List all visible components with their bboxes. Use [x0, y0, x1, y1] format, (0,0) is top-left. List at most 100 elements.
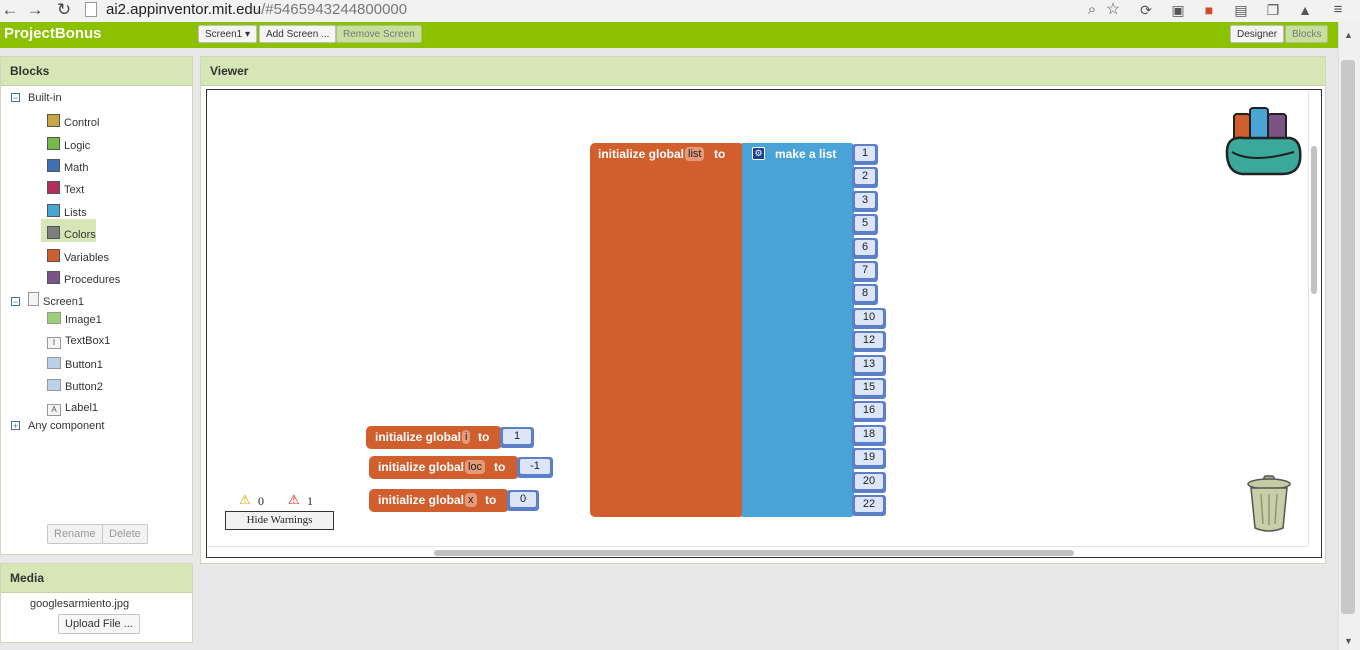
sync-icon[interactable]: ⟳ [1138, 2, 1154, 18]
init-global-label: initialize global [375, 430, 462, 444]
bookmark-star-icon[interactable]: ☆ [1105, 2, 1121, 18]
address-bar[interactable]: ai2.appinventor.mit.edu/#546594324480000… [106, 0, 407, 20]
bus-icon[interactable]: ▤ [1233, 2, 1249, 18]
number-field[interactable]: 1 [855, 146, 875, 161]
extension-icon[interactable]: ▣ [1170, 2, 1186, 18]
zoom-icon[interactable]: ⌕ [1084, 2, 1100, 18]
designer-button[interactable]: Designer [1230, 25, 1285, 43]
make-a-list-block[interactable] [742, 143, 854, 517]
tree-builtin[interactable]: − Built-in [11, 92, 62, 104]
list-item-number-block[interactable]: 3 [852, 191, 878, 212]
reload-icon[interactable]: ↻ [54, 0, 74, 20]
number-field[interactable]: 20 [855, 474, 883, 489]
component-label1[interactable]: A Label1 [47, 402, 98, 416]
collapse-icon[interactable]: − [11, 297, 20, 307]
tree-screen1[interactable]: − Screen1 [11, 292, 84, 308]
builtin-item-math[interactable]: Math [47, 159, 88, 174]
office-icon[interactable]: ■ [1201, 2, 1217, 18]
list-item-number-block[interactable]: 1 [852, 144, 878, 165]
init-global-list-block[interactable] [590, 143, 744, 517]
number-block[interactable]: 1 [500, 427, 534, 448]
component-textbox1[interactable]: I TextBox1 [47, 335, 110, 349]
builtin-item-variables[interactable]: Variables [47, 249, 109, 264]
number-field[interactable]: 8 [855, 286, 875, 301]
media-file[interactable]: googlesarmiento.jpg [30, 598, 129, 610]
remove-screen-button[interactable]: Remove Screen [336, 25, 422, 43]
list-item-number-block[interactable]: 22 [852, 495, 886, 516]
menu-icon[interactable]: ≡ [1330, 2, 1346, 18]
number-field[interactable]: 16 [855, 403, 883, 418]
number-field[interactable]: 5 [855, 216, 875, 231]
list-item-number-block[interactable]: 10 [852, 308, 886, 329]
url-path: /#5465943244800000 [261, 1, 408, 18]
list-item-number-block[interactable]: 13 [852, 355, 886, 376]
list-item-number-block[interactable]: 12 [852, 331, 886, 352]
list-item-number-block[interactable]: 16 [852, 401, 886, 422]
page-icon [85, 2, 97, 17]
workspace-hscroll-track [208, 546, 1308, 547]
init-global-label: initialize global [598, 147, 685, 161]
forward-arrow-icon[interactable]: → [25, 0, 45, 20]
number-field[interactable]: 15 [855, 380, 883, 395]
window-icon[interactable]: ❐ [1265, 2, 1281, 18]
screen-dropdown[interactable]: Screen1 ▾ [198, 25, 258, 43]
builtin-item-procedures[interactable]: Procedures [47, 271, 120, 286]
variable-name-chip[interactable]: i [462, 430, 471, 444]
scroll-down-icon[interactable]: ▼ [1344, 636, 1353, 646]
blocks-button[interactable]: Blocks [1285, 25, 1329, 43]
number-field[interactable]: 1 [503, 429, 531, 444]
component-button1[interactable]: Button1 [47, 357, 103, 371]
number-block[interactable]: 0 [507, 490, 539, 511]
workspace-vscroll[interactable] [1311, 146, 1317, 294]
builtin-item-control[interactable]: Control [47, 114, 99, 129]
upload-file-button[interactable]: Upload File ... [58, 614, 140, 634]
mutator-gear-icon[interactable]: ⚙ [752, 147, 765, 160]
trash-icon[interactable] [1244, 474, 1294, 534]
number-field[interactable]: 10 [855, 310, 883, 325]
list-item-number-block[interactable]: 2 [852, 167, 878, 188]
number-field[interactable]: 13 [855, 357, 883, 372]
delete-button[interactable]: Delete [102, 524, 148, 544]
workspace-hscroll[interactable] [434, 550, 1074, 556]
list-item-number-block[interactable]: 8 [852, 284, 878, 305]
number-field[interactable]: 7 [855, 263, 875, 278]
number-field[interactable]: 3 [855, 193, 875, 208]
component-image1[interactable]: Image1 [47, 312, 102, 326]
list-item-number-block[interactable]: 19 [852, 448, 886, 469]
back-arrow-icon[interactable]: ← [0, 0, 20, 20]
list-item-number-block[interactable]: 5 [852, 214, 878, 235]
number-field[interactable]: 19 [855, 450, 883, 465]
variable-name-chip[interactable]: list [685, 147, 705, 161]
variable-name-chip[interactable]: x [465, 493, 477, 507]
number-field[interactable]: 12 [855, 333, 883, 348]
number-field[interactable]: 22 [855, 497, 883, 512]
list-item-number-block[interactable]: 15 [852, 378, 886, 399]
list-item-number-block[interactable]: 7 [852, 261, 878, 282]
collapse-icon[interactable]: − [11, 93, 20, 103]
backpack-icon[interactable] [1222, 102, 1304, 178]
list-item-number-block[interactable]: 18 [852, 425, 886, 446]
number-field[interactable]: 2 [855, 169, 875, 184]
number-block[interactable]: -1 [517, 457, 553, 478]
builtin-item-text[interactable]: Text [47, 181, 84, 196]
component-button2[interactable]: Button2 [47, 379, 103, 393]
builtin-item-colors[interactable]: Colors [47, 226, 96, 241]
hide-warnings-button[interactable]: Hide Warnings [225, 511, 334, 530]
number-field[interactable]: 18 [855, 427, 883, 442]
number-field[interactable]: -1 [520, 459, 550, 474]
list-item-number-block[interactable]: 6 [852, 238, 878, 259]
add-screen-button[interactable]: Add Screen ... [259, 25, 337, 43]
tree-any-component[interactable]: + Any component [11, 420, 104, 432]
list-item-number-block[interactable]: 20 [852, 472, 886, 493]
scroll-up-icon[interactable]: ▲ [1344, 30, 1353, 40]
to-label: to [714, 147, 726, 161]
expand-icon[interactable]: + [11, 421, 20, 431]
drive-icon[interactable]: ▲ [1297, 2, 1313, 18]
number-field[interactable]: 0 [510, 492, 536, 507]
variable-name-chip[interactable]: loc [465, 460, 486, 474]
page-scroll-thumb[interactable] [1341, 60, 1355, 614]
rename-button[interactable]: Rename [47, 524, 103, 544]
number-field[interactable]: 6 [855, 240, 875, 255]
builtin-item-logic[interactable]: Logic [47, 137, 90, 152]
builtin-item-lists[interactable]: Lists [47, 204, 87, 219]
